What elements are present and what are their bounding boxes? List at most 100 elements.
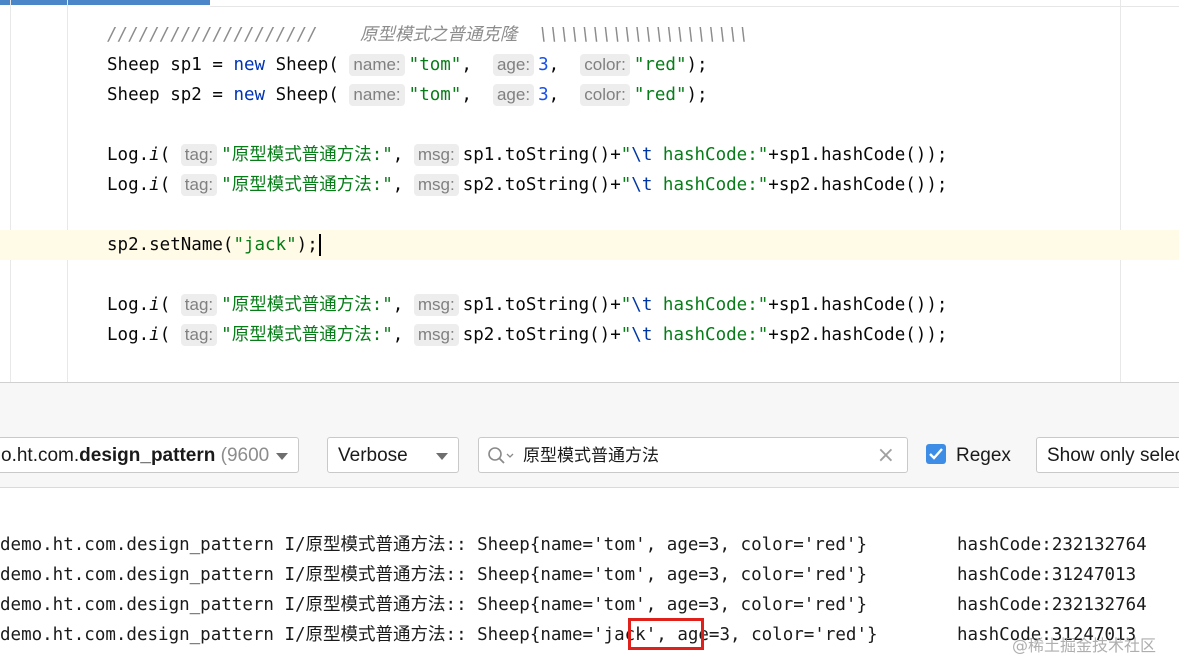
type-name: Sheep [107, 55, 160, 75]
string-literal: "red" [633, 85, 687, 105]
param-hint-color: color: [580, 84, 630, 106]
log-method: i [149, 175, 160, 195]
msg-expression: sp1.toString()+ [462, 145, 621, 165]
watermark: @稀土掘金技术社区 [1012, 636, 1157, 655]
code-line-sheep2[interactable]: Sheep sp2 = new Sheep( name: "tom", age: 3… [107, 80, 708, 110]
variable-name: sp2 [170, 85, 202, 105]
log-entry[interactable]: demo.ht.com.design_pattern I/原型模式普通方法:: … [0, 560, 867, 590]
string-literal: hashCode:" [652, 145, 769, 165]
search-input[interactable]: 原型模式普通方法 × [478, 437, 908, 473]
param-hint-tag: tag: [180, 144, 218, 166]
paren: ( [159, 145, 171, 165]
log-class: Log. [107, 145, 150, 165]
msg-expression: sp2.toString()+ [462, 175, 621, 195]
log-text: demo.ht.com.design_pattern I/原型模式普通方法:: … [0, 625, 878, 645]
string-quote: " [620, 145, 632, 165]
comma: , [392, 175, 404, 195]
setname-call: sp2.setName( [107, 235, 234, 255]
highlight-annotation-box [628, 618, 704, 650]
paren: ( [159, 325, 171, 345]
comma: , [392, 295, 404, 315]
code-line-log-3[interactable]: Log.i( tag: "原型模式普通方法:", msg: sp1.toString… [107, 290, 947, 320]
gutter-divider [10, 0, 11, 382]
chevron-down-icon [276, 453, 288, 460]
comma: , [548, 85, 560, 105]
tag-string: "原型模式普通方法:" [221, 325, 393, 345]
operator: = [212, 85, 223, 105]
msg-expression-tail: +sp1.hashCode()); [768, 295, 948, 315]
log-text: demo.ht.com.design_pattern I/原型模式普通方法:: … [0, 565, 867, 585]
keyword-new: new [233, 55, 266, 75]
log-hashcode: hashCode:31247013 [957, 565, 1137, 585]
log-entry[interactable]: demo.ht.com.design_pattern I/原型模式普通方法:: … [0, 620, 878, 650]
param-hint-msg: msg: [413, 294, 459, 316]
string-literal: hashCode:" [652, 175, 769, 195]
text-caret [318, 234, 321, 256]
logcat-toolbar: o.ht.com.design_pattern (9600 Verbose 原型… [0, 437, 1179, 475]
constructor-call: Sheep( [275, 55, 339, 75]
code-line-log-2[interactable]: Log.i( tag: "原型模式普通方法:", msg: sp2.toString… [107, 170, 947, 200]
type-name: Sheep [107, 85, 160, 105]
log-method: i [149, 145, 160, 165]
msg-expression-tail: +sp2.hashCode()); [768, 325, 948, 345]
log-entry[interactable]: demo.ht.com.design_pattern I/原型模式普通方法:: … [0, 530, 867, 560]
escape-sequence: \t [631, 295, 653, 315]
msg-expression: sp2.toString()+ [462, 325, 621, 345]
code-line-log-1[interactable]: Log.i( tag: "原型模式普通方法:", msg: sp1.toString… [107, 140, 947, 170]
tab-bar-border [210, 6, 1179, 7]
code-editor[interactable]: //////////////////// 原型模式之普通克隆 \\\\\\\\\… [0, 0, 1179, 382]
regex-checkbox[interactable] [926, 444, 946, 464]
string-literal: "tom" [408, 55, 462, 75]
process-name: design_pattern [79, 445, 216, 466]
code-line-log-4[interactable]: Log.i( tag: "原型模式普通方法:", msg: sp2.toString… [107, 320, 947, 350]
log-text: demo.ht.com.design_pattern I/原型模式普通方法:: … [0, 595, 867, 615]
code-line-setname[interactable]: sp2.setName("jack"); [107, 230, 321, 260]
process-dropdown[interactable]: o.ht.com.design_pattern (9600 [0, 437, 299, 473]
escape-sequence: \t [631, 145, 653, 165]
string-literal: "tom" [408, 85, 462, 105]
msg-expression-tail: +sp1.hashCode()); [768, 145, 948, 165]
param-hint-color: color: [580, 54, 630, 76]
escape-sequence: \t [631, 175, 653, 195]
comma: , [461, 85, 472, 105]
comma: , [461, 55, 472, 75]
string-literal: hashCode:" [652, 325, 769, 345]
search-value: 原型模式普通方法 [523, 446, 659, 466]
string-literal: "jack" [233, 235, 297, 255]
log-class: Log. [107, 325, 150, 345]
log-level-value: Verbose [338, 445, 408, 466]
log-method: i [149, 325, 160, 345]
show-only-selected-dropdown[interactable]: Show only selec [1036, 437, 1179, 473]
search-icon[interactable] [487, 446, 515, 466]
string-literal: hashCode:" [652, 295, 769, 315]
log-hashcode: hashCode:232132764 [957, 535, 1147, 555]
chevron-down-icon [436, 453, 448, 460]
code-line-sheep1[interactable]: Sheep sp1 = new Sheep( name: "tom", age: 3… [107, 50, 708, 80]
tag-string: "原型模式普通方法:" [221, 175, 393, 195]
log-class: Log. [107, 295, 150, 315]
param-hint-name: name: [349, 54, 405, 76]
active-tab-indicator [0, 0, 210, 5]
regex-label: Regex [956, 445, 1011, 466]
param-hint-age: age: [492, 84, 535, 106]
process-prefix: o.ht.com. [1, 445, 80, 466]
string-quote: " [620, 175, 632, 195]
param-hint-name: name: [349, 84, 405, 106]
param-hint-msg: msg: [413, 324, 459, 346]
log-level-dropdown[interactable]: Verbose [327, 437, 459, 473]
number-literal: 3 [538, 55, 549, 75]
show-only-label: Show only selec [1047, 445, 1179, 466]
comment-backslashes: \\\\\\\\\\\\\\\\\\\\ [538, 25, 750, 45]
comma: , [392, 145, 404, 165]
tag-string: "原型模式普通方法:" [221, 295, 393, 315]
right-margin-guide [1120, 0, 1121, 382]
tag-string: "原型模式普通方法:" [221, 145, 393, 165]
clear-icon[interactable]: × [877, 438, 895, 474]
string-quote: " [620, 325, 632, 345]
log-entry[interactable]: demo.ht.com.design_pattern I/原型模式普通方法:: … [0, 590, 867, 620]
statement-end: ); [686, 55, 708, 75]
statement-end: ); [296, 235, 318, 255]
process-pid: (9600 [220, 445, 270, 466]
log-hashcode: hashCode:232132764 [957, 595, 1147, 615]
code-line-comment[interactable]: //////////////////// 原型模式之普通克隆 \\\\\\\\\… [107, 20, 749, 50]
